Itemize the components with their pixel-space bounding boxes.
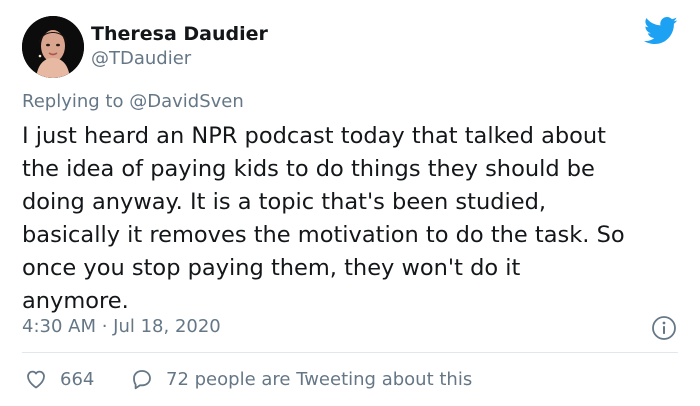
- info-icon[interactable]: [651, 315, 677, 341]
- replying-to-label: Replying to: [22, 91, 124, 112]
- like-count: 664: [60, 368, 95, 390]
- replying-to: Replying to @DavidSven: [22, 90, 244, 114]
- author-display-name[interactable]: Theresa Daudier: [91, 22, 268, 46]
- twitter-bird-icon[interactable]: [644, 16, 678, 46]
- tweet-text-line: the idea of paying kids to do things the…: [22, 156, 595, 182]
- tweet-text-line: basically it removes the motivation to d…: [22, 222, 625, 248]
- tweet-text-line: I just heard an NPR podcast today that t…: [22, 123, 607, 149]
- reply-mention-link[interactable]: @DavidSven: [129, 91, 244, 112]
- divider: [22, 352, 678, 353]
- heart-icon: [24, 367, 48, 391]
- tweet-text-line: anymore.: [22, 288, 129, 314]
- tweet-text: I just heard an NPR podcast today that t…: [22, 120, 687, 318]
- tweet-card: Theresa Daudier @TDaudier Replying to @D…: [0, 0, 700, 406]
- reply-count-text: 72 people are Tweeting about this: [166, 368, 473, 390]
- avatar[interactable]: [22, 16, 84, 78]
- reply-button[interactable]: 72 people are Tweeting about this: [130, 366, 472, 392]
- avatar-photo: [22, 16, 84, 78]
- like-button[interactable]: 664: [24, 366, 94, 392]
- tweet-timestamp[interactable]: 4:30 AM · Jul 18, 2020: [22, 315, 221, 339]
- tweet-text-line: doing anyway. It is a topic that's been …: [22, 189, 547, 215]
- tweet-text-line: once you stop paying them, they won't do…: [22, 255, 521, 281]
- author-handle[interactable]: @TDaudier: [91, 47, 191, 71]
- speech-bubble-icon: [130, 367, 154, 391]
